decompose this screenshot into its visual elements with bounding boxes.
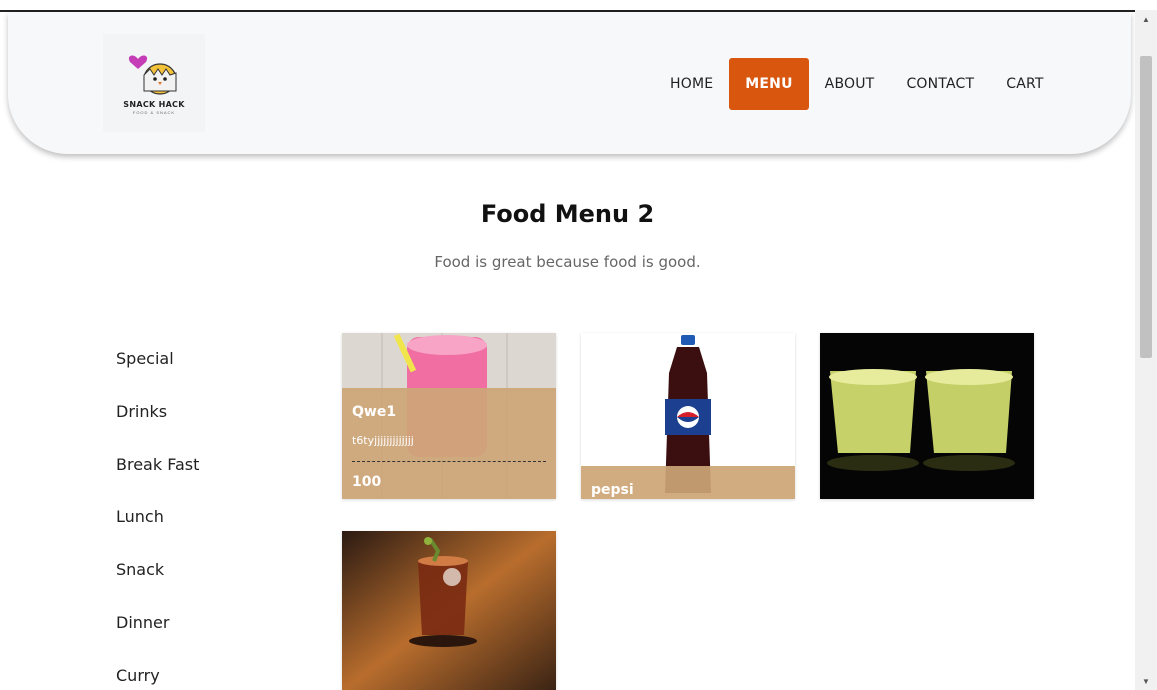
card-description: t6tyjjjjjjjjjjjjj [352, 434, 414, 447]
card-price: 100 [352, 474, 382, 490]
nav-home[interactable]: HOME [654, 58, 729, 110]
cocktail-image [342, 531, 556, 690]
chick-logo-icon [124, 51, 184, 99]
lemonade-image [820, 333, 1034, 499]
brand-name: SNACK HACK [123, 100, 185, 109]
food-card[interactable]: Qwe1 t6tyjjjjjjjjjjjjj 100 [342, 333, 556, 499]
scroll-thumb[interactable] [1140, 56, 1152, 358]
category-curry[interactable]: Curry [116, 664, 199, 690]
card-title: pepsi [591, 482, 634, 498]
food-card[interactable] [820, 333, 1034, 499]
category-drinks[interactable]: Drinks [116, 400, 199, 453]
nav-cart[interactable]: CART [990, 58, 1059, 110]
page-subtitle: Food is great because food is good. [434, 253, 701, 271]
food-card[interactable]: pepsi [581, 333, 795, 499]
nav-contact[interactable]: CONTACT [890, 58, 990, 110]
nav-menu[interactable]: MENU [729, 58, 809, 110]
category-special[interactable]: Special [116, 347, 199, 400]
category-break-fast[interactable]: Break Fast [116, 453, 199, 506]
site-header: SNACK HACK FOOD & SNACK HOME MENU ABOUT … [8, 12, 1131, 154]
page-title: Food Menu 2 [480, 200, 655, 228]
brand-tagline: FOOD & SNACK [132, 110, 176, 115]
card-title: Qwe1 [352, 404, 397, 420]
main-nav: HOME MENU ABOUT CONTACT CART [654, 58, 1060, 110]
nav-about[interactable]: ABOUT [809, 58, 891, 110]
scroll-up-icon[interactable]: ▲ [1135, 12, 1157, 28]
card-overlay: Qwe1 t6tyjjjjjjjjjjjjj 100 [342, 388, 556, 499]
card-divider [352, 461, 546, 462]
food-card[interactable] [342, 531, 556, 690]
vertical-scrollbar[interactable]: ▲ ▼ [1135, 10, 1157, 690]
card-overlay: pepsi [581, 466, 795, 499]
category-dinner[interactable]: Dinner [116, 611, 199, 664]
category-list: Special Drinks Break Fast Lunch Snack Di… [116, 347, 199, 690]
scroll-down-icon[interactable]: ▼ [1135, 674, 1157, 690]
logo[interactable]: SNACK HACK FOOD & SNACK [103, 34, 205, 132]
category-lunch[interactable]: Lunch [116, 505, 199, 558]
category-snack[interactable]: Snack [116, 558, 199, 611]
